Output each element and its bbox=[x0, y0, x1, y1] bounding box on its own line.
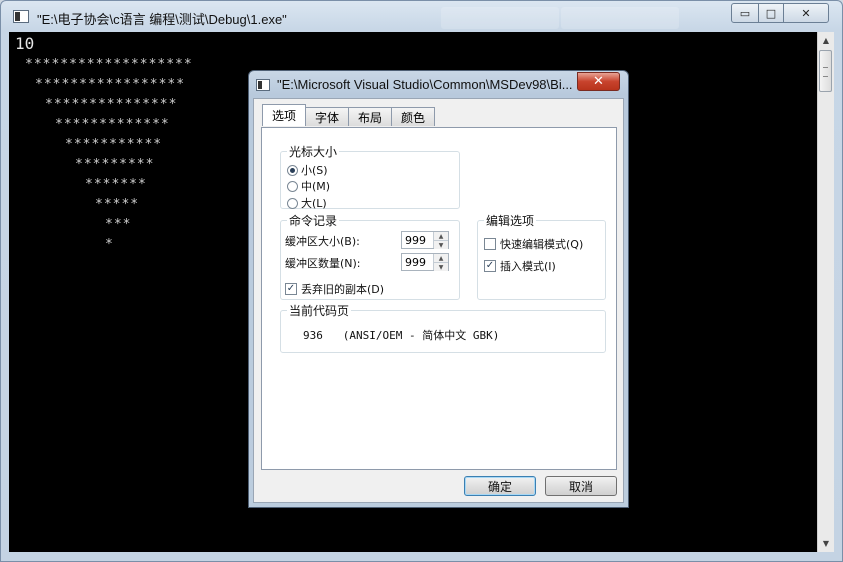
close-button[interactable]: ✕ bbox=[783, 3, 829, 23]
cursor-size-group: 光标大小 小(S) 中(M) 大(L) bbox=[280, 143, 460, 211]
dialog-close-button[interactable]: ✕ bbox=[577, 72, 620, 91]
spin-down-icon[interactable]: ▼ bbox=[434, 241, 448, 249]
cursor-large-radio[interactable]: 大(L) bbox=[287, 195, 327, 211]
console-app-icon bbox=[13, 10, 29, 23]
dialog-title: "E:\Microsoft Visual Studio\Common\MSDev… bbox=[277, 77, 573, 92]
scrollbar-thumb[interactable] bbox=[819, 50, 832, 92]
tab-colors[interactable]: 颜色 bbox=[391, 107, 436, 126]
buffer-count-spin-buttons[interactable]: ▲ ▼ bbox=[433, 254, 448, 271]
quick-edit-checkbox[interactable]: 快速编辑模式(Q) bbox=[484, 236, 583, 252]
pattern-row: *************** bbox=[45, 97, 178, 112]
ghost-cancel-button bbox=[561, 7, 679, 29]
scroll-up-arrow-icon[interactable]: ▲ bbox=[818, 32, 834, 49]
edit-options-group: 编辑选项 快速编辑模式(Q) ✓ 插入模式(I) bbox=[477, 212, 606, 300]
pattern-row: ***** bbox=[95, 197, 140, 212]
pattern-row: *********** bbox=[65, 137, 163, 152]
codepage-group: 当前代码页 936 (ANSI/OEM - 简体中文 GBK) bbox=[280, 302, 606, 353]
buffer-size-label: 缓冲区大小(B): bbox=[285, 235, 360, 248]
vertical-scrollbar[interactable]: ▲ ▼ bbox=[817, 32, 834, 552]
tab-strip: 选项 字体 布局 颜色 bbox=[262, 104, 436, 127]
minimize-button[interactable]: ▭ bbox=[731, 3, 759, 23]
buffer-count-spinner[interactable]: 999 ▲ ▼ bbox=[401, 253, 449, 271]
discard-duplicates-label: 丢弃旧的副本(D) bbox=[301, 283, 385, 296]
ok-button[interactable]: 确定 bbox=[464, 476, 536, 496]
radio-selected-icon bbox=[287, 164, 298, 176]
scroll-down-arrow-icon[interactable]: ▼ bbox=[818, 535, 834, 552]
radio-icon bbox=[287, 197, 298, 209]
properties-dialog: "E:\Microsoft Visual Studio\Common\MSDev… bbox=[248, 70, 629, 508]
cursor-small-label: 小(S) bbox=[301, 164, 328, 177]
buffer-size-spinner[interactable]: 999 ▲ ▼ bbox=[401, 231, 449, 249]
quick-edit-label: 快速编辑模式(Q) bbox=[500, 238, 584, 251]
buffer-size-spin-buttons[interactable]: ▲ ▼ bbox=[433, 232, 448, 249]
ghost-ok-button bbox=[441, 7, 559, 29]
discard-duplicates-checkbox[interactable]: ✓ 丢弃旧的副本(D) bbox=[285, 281, 384, 297]
cursor-size-label: 光标大小 bbox=[287, 143, 340, 160]
window-title: "E:\电子协会\c语言 编程\测试\Debug\1.exe" bbox=[37, 12, 287, 27]
checkbox-icon bbox=[484, 238, 496, 250]
options-tab-page: 光标大小 小(S) 中(M) 大(L) 命令记录 缓冲区大小(B): 999 ▲… bbox=[261, 127, 617, 470]
cursor-large-label: 大(L) bbox=[301, 197, 327, 210]
dialog-app-icon bbox=[256, 79, 270, 91]
codepage-label: 当前代码页 bbox=[287, 302, 352, 319]
pattern-row: ************* bbox=[55, 117, 170, 132]
buffer-count-value[interactable]: 999 bbox=[405, 256, 426, 269]
cursor-small-radio[interactable]: 小(S) bbox=[287, 162, 328, 178]
command-history-group: 命令记录 缓冲区大小(B): 999 ▲ ▼ 缓冲区数量(N): 999 ▲ ▼ bbox=[280, 212, 460, 300]
tab-font[interactable]: 字体 bbox=[305, 107, 350, 126]
insert-mode-label: 插入模式(I) bbox=[500, 260, 556, 273]
dialog-body: 选项 字体 布局 颜色 光标大小 小(S) 中(M) 大(L) 命令记录 缓冲区… bbox=[253, 98, 624, 503]
cancel-button[interactable]: 取消 bbox=[545, 476, 617, 496]
codepage-value: 936 (ANSI/OEM - 简体中文 GBK) bbox=[303, 329, 500, 342]
checkbox-checked-icon: ✓ bbox=[285, 283, 297, 295]
edit-options-label: 编辑选项 bbox=[484, 212, 537, 229]
maximize-button[interactable]: □ bbox=[758, 3, 784, 23]
pattern-row: ***************** bbox=[35, 77, 186, 92]
insert-mode-checkbox[interactable]: ✓ 插入模式(I) bbox=[484, 258, 556, 274]
cursor-medium-label: 中(M) bbox=[301, 180, 331, 193]
checkbox-checked-icon: ✓ bbox=[484, 260, 496, 272]
cursor-medium-radio[interactable]: 中(M) bbox=[287, 178, 330, 194]
pattern-row: ******************* bbox=[25, 57, 193, 72]
buffer-size-value[interactable]: 999 bbox=[405, 234, 426, 247]
buffer-count-label: 缓冲区数量(N): bbox=[285, 257, 361, 270]
tab-layout[interactable]: 布局 bbox=[348, 107, 393, 126]
console-input-line: 10 bbox=[15, 34, 35, 53]
radio-icon bbox=[287, 180, 298, 192]
spin-up-icon[interactable]: ▲ bbox=[434, 254, 448, 263]
spin-up-icon[interactable]: ▲ bbox=[434, 232, 448, 241]
command-history-label: 命令记录 bbox=[287, 212, 340, 229]
spin-down-icon[interactable]: ▼ bbox=[434, 263, 448, 271]
tab-options[interactable]: 选项 bbox=[262, 104, 307, 126]
pattern-row: * bbox=[105, 237, 114, 252]
pattern-row: ******* bbox=[85, 177, 147, 192]
pattern-row: *** bbox=[105, 217, 132, 232]
pattern-row: ********* bbox=[75, 157, 155, 172]
